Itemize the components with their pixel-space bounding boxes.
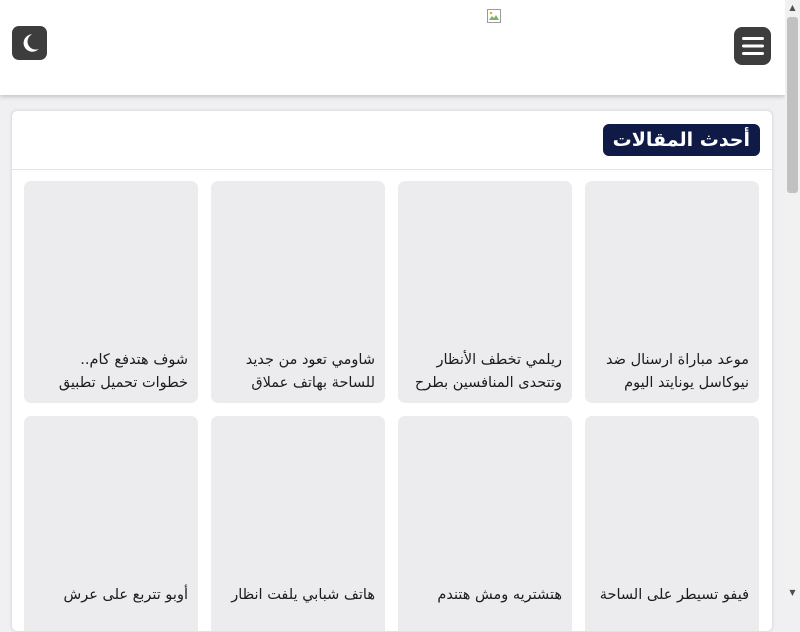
- article-title-line: فيفو تسيطر على الساحة: [599, 587, 749, 603]
- article-card[interactable]: شوف هتدفع كام.. خطوات تحميل تطبيق: [24, 181, 198, 403]
- article-title[interactable]: شاومي تعود من جديد للساحة بهاتف عملاق: [219, 349, 375, 395]
- article-title-line: للساحة بهاتف عملاق: [251, 375, 375, 391]
- article-card[interactable]: ريلمي تخطف الأنظار وتتحدى المنافسين بطرح: [398, 181, 572, 403]
- dark-mode-toggle-button[interactable]: [12, 26, 47, 60]
- moon-icon: [23, 34, 39, 52]
- article-title-line: أوبو تتربع على عرش: [63, 587, 188, 603]
- menu-button[interactable]: [734, 27, 771, 65]
- article-title[interactable]: هاتف شبابي يلفت انظار: [219, 584, 375, 607]
- article-title[interactable]: أوبو تتربع على عرش: [32, 584, 188, 607]
- article-title-line: نيوكاسل يونايتد اليوم: [624, 375, 749, 391]
- scroll-up-arrow-icon[interactable]: ▲: [785, 0, 800, 15]
- article-title[interactable]: شوف هتدفع كام.. خطوات تحميل تطبيق: [32, 349, 188, 395]
- article-title[interactable]: هتشتريه ومش هتندم: [406, 584, 562, 607]
- panel-header: أحدث المقالات: [12, 111, 772, 170]
- article-title-line: موعد مباراة ارسنال ضد: [606, 352, 749, 368]
- vertical-scrollbar[interactable]: ▲ ▼: [785, 0, 800, 600]
- hamburger-menu-icon: [741, 37, 764, 55]
- article-title[interactable]: موعد مباراة ارسنال ضد نيوكاسل يونايتد ال…: [593, 349, 749, 395]
- article-title-line: ريلمي تخطف الأنظار: [436, 352, 562, 368]
- scroll-down-arrow-icon[interactable]: ▼: [785, 585, 800, 600]
- article-title-line: وتتحدى المنافسين بطرح: [414, 375, 562, 391]
- site-header: [0, 0, 785, 95]
- article-card[interactable]: شاومي تعود من جديد للساحة بهاتف عملاق: [211, 181, 385, 403]
- article-title-line: هاتف شبابي يلفت انظار: [231, 587, 375, 603]
- section-title: أحدث المقالات: [602, 124, 760, 156]
- article-title-line: هتشتريه ومش هتندم: [437, 587, 562, 603]
- latest-articles-panel: أحدث المقالات موعد مباراة ارسنال ضد نيوك…: [11, 110, 773, 632]
- article-title-line: شوف هتدفع كام..: [80, 352, 188, 368]
- article-title[interactable]: فيفو تسيطر على الساحة: [593, 584, 749, 607]
- article-title-line: خطوات تحميل تطبيق: [58, 375, 188, 391]
- broken-image-icon[interactable]: [487, 9, 501, 23]
- article-card[interactable]: موعد مباراة ارسنال ضد نيوكاسل يونايتد ال…: [585, 181, 759, 403]
- article-title[interactable]: ريلمي تخطف الأنظار وتتحدى المنافسين بطرح: [406, 349, 562, 395]
- scrollbar-thumb[interactable]: [787, 17, 798, 193]
- article-title-line: شاومي تعود من جديد: [245, 352, 375, 368]
